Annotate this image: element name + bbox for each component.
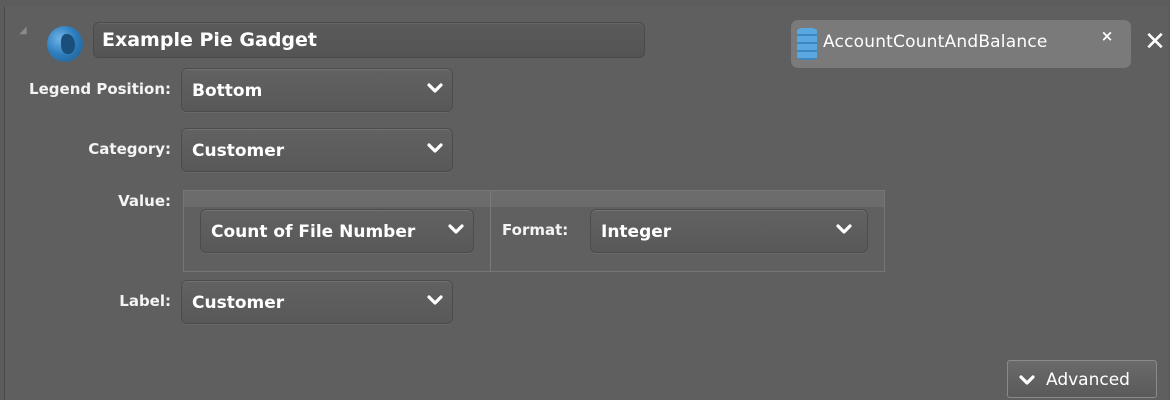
- chevron-down-icon: [448, 224, 464, 234]
- value-label: Value:: [118, 192, 171, 210]
- database-icon: [797, 28, 817, 60]
- format-select[interactable]: Integer: [590, 209, 868, 253]
- legend-position-value: Bottom: [192, 81, 263, 101]
- resize-grip-icon[interactable]: ◢: [19, 26, 29, 36]
- format-label: Format:: [502, 221, 569, 239]
- value-group-divider: [490, 191, 491, 271]
- globe-icon: [47, 26, 83, 62]
- chevron-down-icon: [1019, 375, 1035, 385]
- category-label: Category:: [88, 140, 171, 158]
- chevron-down-icon: [427, 295, 443, 305]
- value-aggregate-select[interactable]: Count of File Number: [200, 209, 474, 253]
- label-field-value: Customer: [192, 293, 285, 313]
- legend-position-select[interactable]: Bottom: [181, 68, 453, 112]
- gadget-title-input[interactable]: Example Pie Gadget: [93, 22, 645, 58]
- legend-position-label: Legend Position:: [29, 80, 171, 98]
- chevron-down-icon: [427, 83, 443, 93]
- value-aggregate-value: Count of File Number: [211, 222, 416, 242]
- chevron-down-icon: [836, 224, 852, 234]
- gadget-panel: ◢ Example Pie Gadget AccountCountAndBala…: [4, 6, 1168, 400]
- category-value: Customer: [192, 141, 285, 161]
- category-select[interactable]: Customer: [181, 128, 453, 172]
- panel-close-icon[interactable]: ✕: [1143, 29, 1167, 55]
- datasource-close-icon[interactable]: ×: [1097, 26, 1117, 46]
- format-value: Integer: [601, 222, 672, 242]
- datasource-tab[interactable]: AccountCountAndBalance ×: [791, 20, 1131, 68]
- advanced-button[interactable]: Advanced: [1007, 360, 1157, 398]
- label-field-select[interactable]: Customer: [181, 280, 453, 324]
- chevron-down-icon: [427, 143, 443, 153]
- advanced-button-label: Advanced: [1046, 370, 1130, 390]
- label-field-label: Label:: [119, 292, 171, 310]
- datasource-tab-label: AccountCountAndBalance: [823, 32, 1048, 52]
- value-group: Count of File Number Format: Integer: [183, 190, 885, 272]
- value-group-header: [184, 191, 884, 207]
